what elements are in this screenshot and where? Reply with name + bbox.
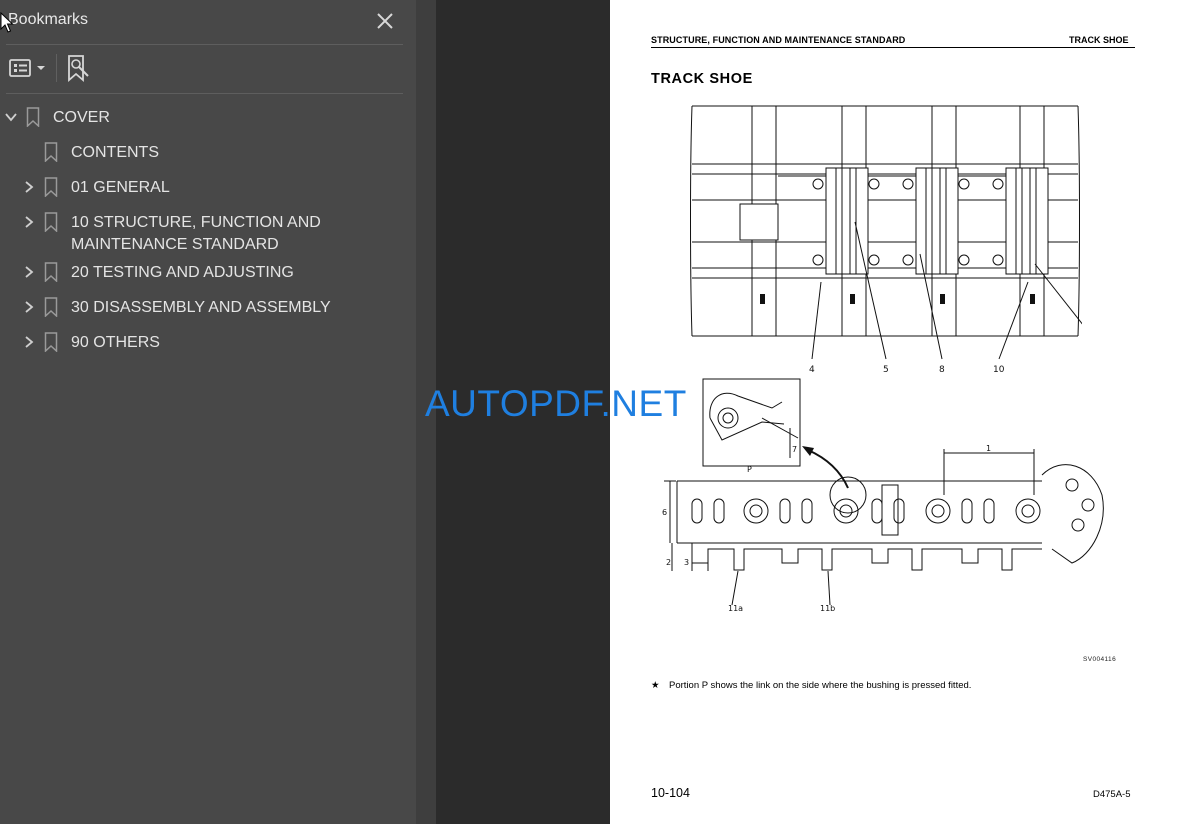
- bookmark-label: 30 DISASSEMBLY AND ASSEMBLY: [71, 299, 331, 316]
- bookmark-90-others[interactable]: 90 OTHERS: [0, 325, 416, 359]
- page-header-left: STRUCTURE, FUNCTION AND MAINTENANCE STAN…: [651, 35, 906, 45]
- note-body: Portion P shows the link on the side whe…: [669, 680, 972, 691]
- bookmark-icon: [44, 142, 58, 162]
- bookmark-icon: [44, 212, 58, 232]
- bookmark-01-general[interactable]: 01 GENERAL: [0, 170, 416, 204]
- model-number: D475A-5: [1093, 789, 1131, 800]
- close-icon: [377, 13, 393, 29]
- bookmark-icon: [44, 262, 58, 282]
- chevron-right-icon[interactable]: [22, 300, 36, 314]
- toolbar-separator: [56, 54, 57, 82]
- bookmark-icon: [44, 297, 58, 317]
- callout-11b: 11b: [820, 604, 835, 613]
- callout-11a: 11a: [728, 604, 743, 613]
- star-icon: ★: [651, 680, 660, 691]
- bookmark-options-button[interactable]: [8, 54, 48, 82]
- callouts-top: 4 5 8 10 9: [809, 365, 1005, 375]
- bookmark-label: 90 OTHERS: [71, 334, 160, 351]
- bookmark-label: CONTENTS: [71, 144, 159, 161]
- chevron-down-icon[interactable]: [4, 110, 18, 124]
- bookmark-contents[interactable]: CONTENTS: [0, 135, 416, 169]
- bookmark-label-line1: 10 STRUCTURE, FUNCTION AND: [71, 214, 321, 231]
- mouse-cursor-icon: [0, 12, 14, 33]
- dim-label-2: 2: [666, 558, 671, 567]
- callout-5: 5: [883, 365, 889, 375]
- callout-8: 8: [939, 365, 945, 375]
- dim-label-1: 1: [986, 445, 991, 453]
- figure-code: SV004116: [1083, 656, 1117, 663]
- bookmark-label: 20 TESTING AND ADJUSTING: [71, 264, 294, 281]
- bookmark-icon: [44, 332, 58, 352]
- find-bookmark-button[interactable]: [64, 54, 94, 82]
- chevron-right-icon[interactable]: [22, 180, 36, 194]
- find-bookmark-icon: [68, 55, 89, 82]
- bookmark-label: COVER: [53, 109, 110, 126]
- close-button[interactable]: [372, 8, 398, 34]
- bookmark-30-disassembly[interactable]: 30 DISASSEMBLY AND ASSEMBLY: [0, 290, 416, 324]
- chevron-right-icon[interactable]: [22, 215, 36, 229]
- bookmark-label: 01 GENERAL: [71, 179, 170, 196]
- bookmarks-panel: Bookmarks COVER CONTENTS 01 GENERAL 10 S…: [0, 0, 416, 824]
- section-title: TRACK SHOE: [651, 71, 753, 87]
- dim-label-3: 3: [684, 558, 689, 567]
- page-header-right: TRACK SHOE: [1069, 35, 1129, 45]
- page-number: 10-104: [651, 786, 690, 800]
- bookmark-icon: [44, 177, 58, 197]
- header-divider: [6, 44, 403, 45]
- bookmarks-title: Bookmarks: [8, 11, 89, 28]
- bookmarks-header: Bookmarks: [0, 0, 416, 44]
- dim-label-6: 6: [662, 508, 667, 517]
- pdf-page: STRUCTURE, FUNCTION AND MAINTENANCE STAN…: [610, 0, 1200, 824]
- header-rule: [651, 47, 1135, 48]
- bookmark-20-testing[interactable]: 20 TESTING AND ADJUSTING: [0, 255, 416, 289]
- toolbar-divider: [6, 93, 403, 94]
- chevron-right-icon[interactable]: [22, 265, 36, 279]
- note-text: ★ Portion P shows the link on the side wh…: [651, 680, 971, 691]
- callout-10: 10: [993, 365, 1005, 375]
- bookmark-icon: [26, 107, 40, 127]
- chevron-right-icon[interactable]: [22, 335, 36, 349]
- watermark-text: AUTOPDF.NET: [425, 383, 687, 424]
- bookmark-label-line2: MAINTENANCE STANDARD: [71, 236, 279, 253]
- callout-4: 4: [809, 365, 815, 375]
- track-shoe-side-figure: 1 6 2 3 11a 11b: [662, 445, 1104, 613]
- bookmark-cover[interactable]: COVER: [0, 100, 416, 134]
- track-shoe-plan-figure: 4 5 8 10 9: [690, 105, 1082, 375]
- list-options-icon: [9, 59, 45, 77]
- bookmark-10-structure[interactable]: 10 STRUCTURE, FUNCTION AND MAINTENANCE S…: [0, 205, 416, 255]
